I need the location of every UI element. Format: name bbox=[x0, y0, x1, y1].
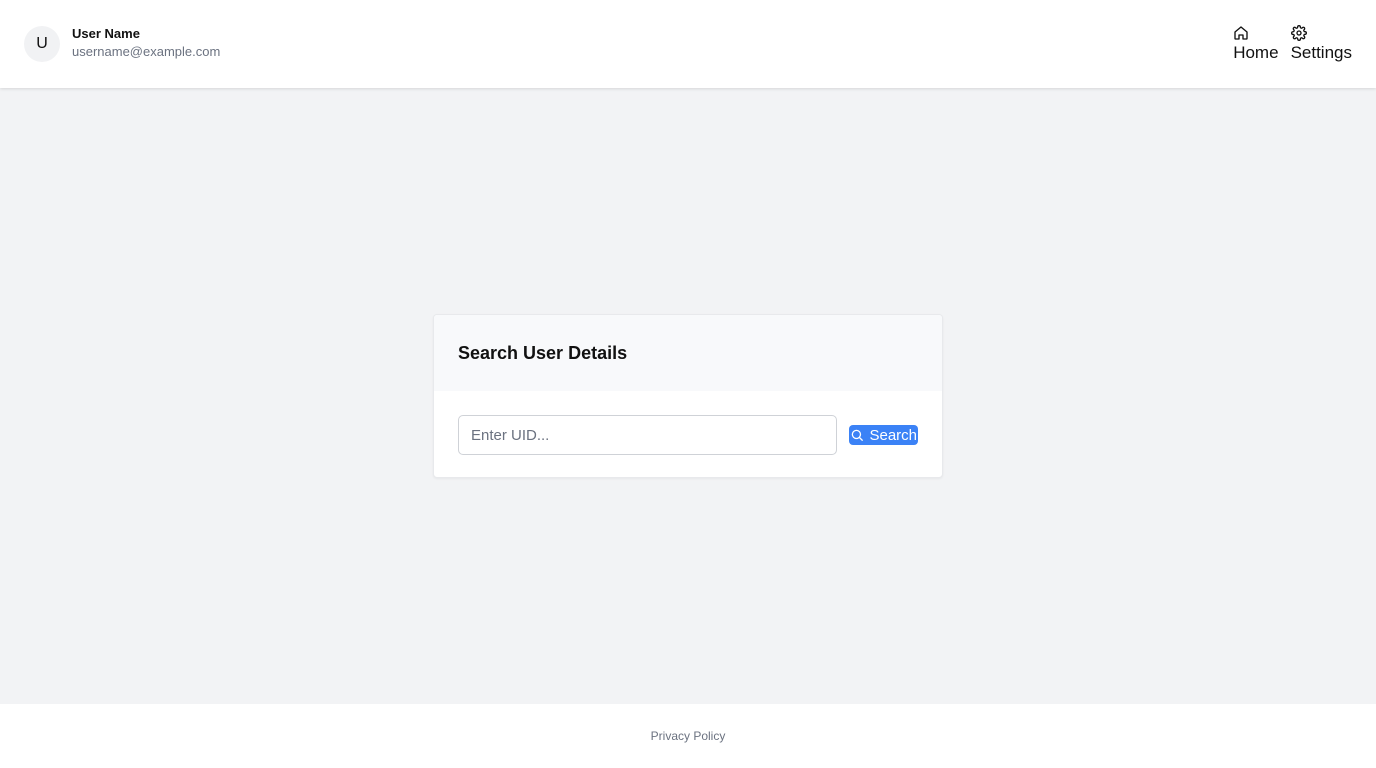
privacy-policy-link[interactable]: Privacy Policy bbox=[651, 729, 726, 743]
search-card-header: Search User Details bbox=[434, 315, 942, 391]
user-email: username@example.com bbox=[72, 44, 221, 59]
search-card-title: Search User Details bbox=[458, 342, 628, 363]
search-card-body: Search bbox=[434, 391, 942, 477]
nav-home-label: Home bbox=[1233, 43, 1279, 62]
home-icon bbox=[1234, 26, 1248, 40]
main-content: Search User Details Search bbox=[0, 88, 1376, 704]
user-profile: U User Name username@example.com bbox=[24, 26, 220, 62]
search-button-label: Search bbox=[869, 426, 917, 444]
nav-settings-label: Settings bbox=[1290, 43, 1352, 62]
nav-home[interactable]: Home bbox=[1233, 25, 1279, 63]
gear-icon bbox=[1290, 25, 1307, 41]
avatar[interactable]: U bbox=[24, 26, 60, 62]
uid-input[interactable] bbox=[458, 415, 838, 455]
top-header: U User Name username@example.com Home Se… bbox=[0, 0, 1376, 88]
nav-settings[interactable]: Settings bbox=[1291, 25, 1352, 63]
user-name: User Name bbox=[72, 26, 140, 41]
page-footer: Privacy Policy bbox=[0, 704, 1376, 768]
search-icon bbox=[852, 429, 864, 441]
user-info: User Name username@example.com bbox=[72, 26, 221, 61]
main-nav: Home Settings bbox=[1233, 25, 1352, 63]
search-card: Search User Details Search bbox=[433, 314, 943, 478]
search-button[interactable]: Search bbox=[849, 425, 918, 445]
